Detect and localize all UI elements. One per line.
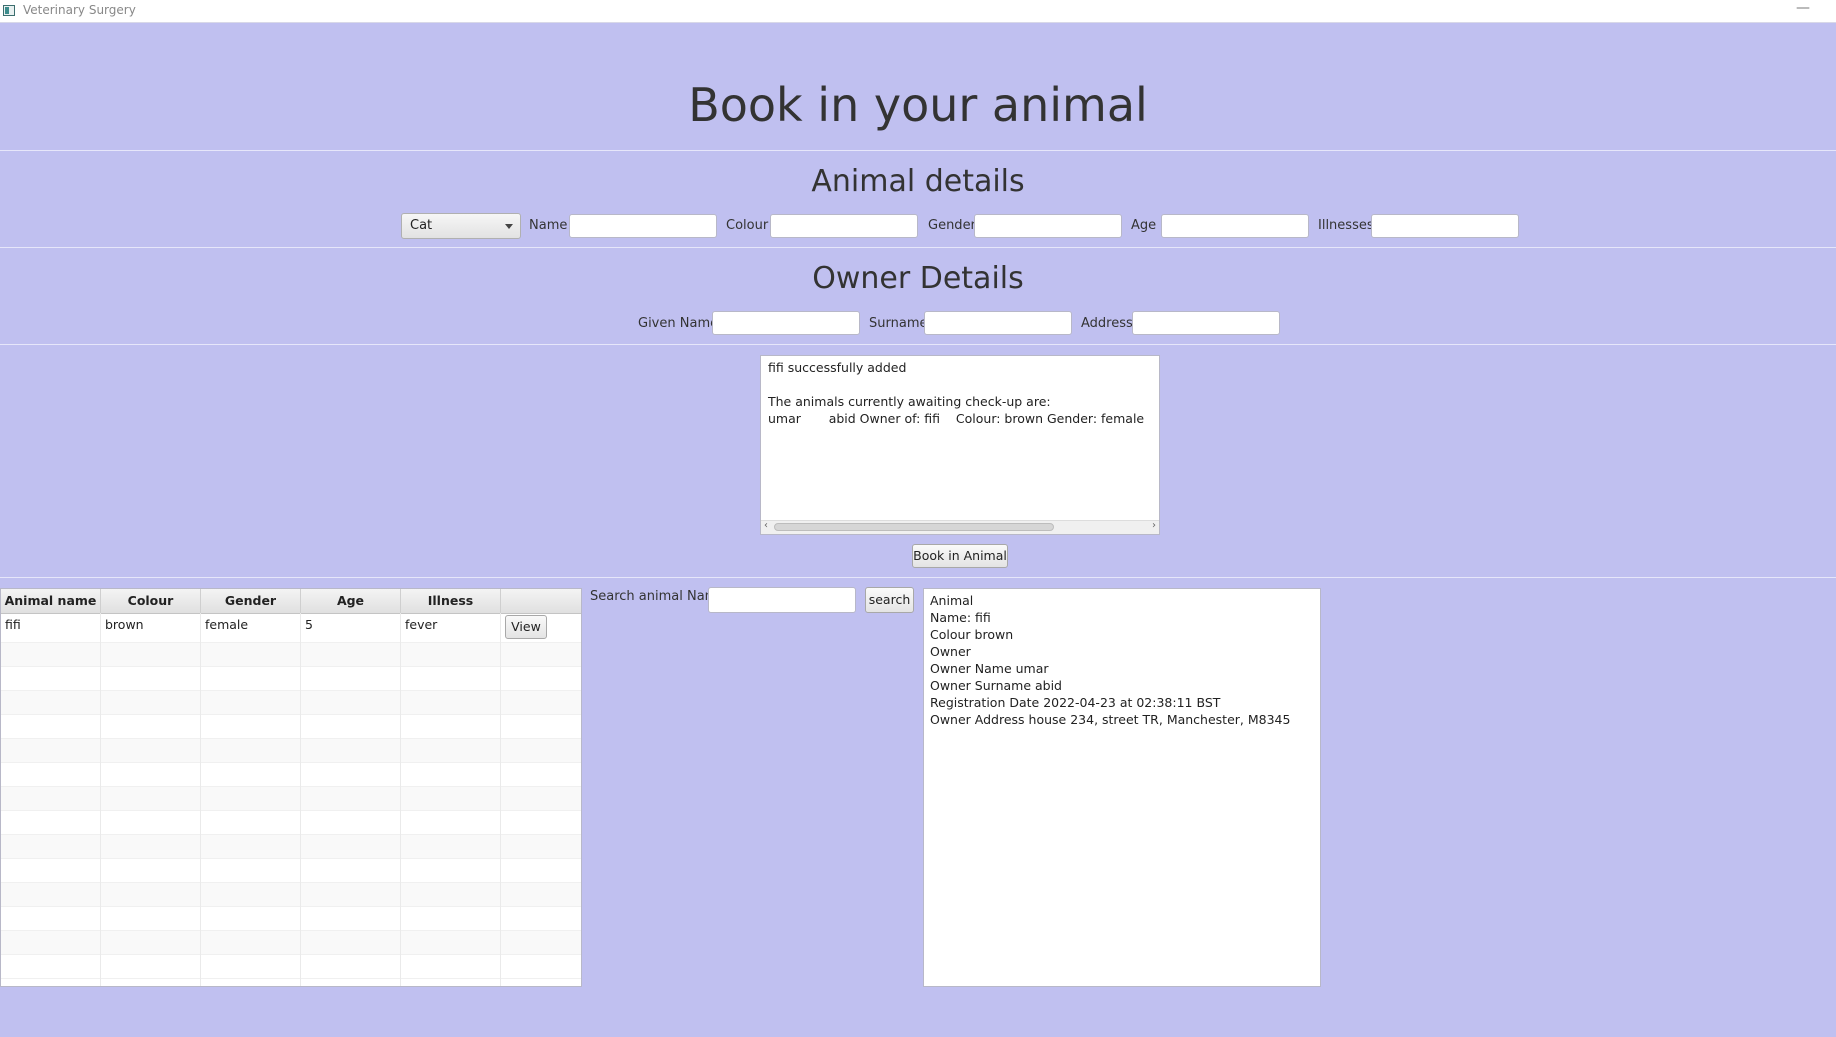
- detail-line: Animal: [930, 593, 974, 608]
- chevron-left-icon[interactable]: ‹: [764, 520, 768, 531]
- column-divider: [400, 613, 401, 986]
- detail-line: Registration Date 2022-04-23 at 02:38:11…: [930, 695, 1221, 710]
- detail-line: Owner Address house 234, street TR, Manc…: [930, 712, 1291, 727]
- column-divider: [200, 613, 201, 986]
- name-label: Name: [529, 218, 568, 233]
- cell-gender: female: [201, 613, 301, 637]
- column-header-actions[interactable]: [501, 589, 581, 613]
- table-row-empty: [1, 763, 581, 787]
- table-header: Animal name Colour Gender Age Illness: [1, 589, 581, 614]
- column-header-age[interactable]: Age: [301, 589, 401, 613]
- illnesses-input[interactable]: [1371, 214, 1519, 238]
- colour-label: Colour: [726, 218, 769, 233]
- window-title: Veterinary Surgery: [23, 3, 136, 17]
- divider: [0, 577, 1836, 578]
- animal-type-value: Cat: [410, 218, 433, 233]
- output-line: umar abid Owner of: fifi Colour: brown G…: [768, 411, 1145, 426]
- table-row-empty: [1, 739, 581, 763]
- detail-line: Owner Surname abid: [930, 678, 1062, 693]
- cell-colour: brown: [101, 613, 201, 637]
- output-textarea[interactable]: fifi successfully added The animals curr…: [760, 355, 1160, 535]
- address-input[interactable]: [1132, 311, 1280, 335]
- page-title: Book in your animal: [688, 78, 1148, 132]
- column-divider: [500, 613, 501, 986]
- table-row-empty: [1, 955, 581, 979]
- table-row-empty: [1, 691, 581, 715]
- gender-input[interactable]: [974, 214, 1122, 238]
- age-label: Age: [1131, 218, 1157, 233]
- search-button[interactable]: search: [865, 587, 914, 613]
- table-row-empty: [1, 859, 581, 883]
- table-row-empty: [1, 787, 581, 811]
- animal-type-select[interactable]: Cat: [401, 213, 521, 239]
- output-line: fifi successfully added: [768, 360, 907, 375]
- table-row-empty: [1, 835, 581, 859]
- table-row-empty: [1, 811, 581, 835]
- detail-line: Owner Name umar: [930, 661, 1049, 676]
- table-row-empty: [1, 643, 581, 667]
- column-divider: [100, 613, 101, 986]
- column-header-animal-name[interactable]: Animal name: [1, 589, 101, 613]
- animal-details-title: Animal details: [811, 164, 1025, 199]
- table-row[interactable]: fifi brown female 5 fever View: [1, 613, 581, 643]
- divider: [0, 150, 1836, 151]
- minimize-button[interactable]: —: [1796, 0, 1810, 16]
- given-name-label: Given Name: [638, 316, 719, 331]
- colour-input[interactable]: [770, 214, 918, 238]
- book-in-animal-button[interactable]: Book in Animal: [912, 544, 1008, 568]
- column-header-gender[interactable]: Gender: [201, 589, 301, 613]
- table-row-empty: [1, 667, 581, 691]
- divider: [0, 344, 1836, 345]
- horizontal-scrollbar[interactable]: ‹ ›: [761, 520, 1159, 534]
- output-line: The animals currently awaiting check-up …: [768, 394, 1051, 409]
- table-row-empty: [1, 883, 581, 907]
- detail-line: Colour brown: [930, 627, 1014, 642]
- table-row-empty: [1, 715, 581, 739]
- cell-animal-name: fifi: [1, 613, 101, 637]
- column-divider: [300, 613, 301, 986]
- animals-table[interactable]: Animal name Colour Gender Age Illness fi…: [0, 588, 582, 987]
- animal-details-textarea[interactable]: Animal Name: fifi Colour brown Owner Own…: [923, 588, 1321, 987]
- detail-line: Owner: [930, 644, 971, 659]
- given-name-input[interactable]: [712, 311, 860, 335]
- view-button[interactable]: View: [505, 615, 547, 639]
- surname-input[interactable]: [924, 311, 1072, 335]
- app-icon: [3, 5, 15, 16]
- table-row-empty: [1, 907, 581, 931]
- scrollbar-thumb[interactable]: [774, 523, 1054, 531]
- chevron-down-icon: [505, 224, 513, 229]
- cell-illness: fever: [401, 613, 501, 637]
- divider: [0, 247, 1836, 248]
- age-input[interactable]: [1161, 214, 1309, 238]
- window-titlebar: Veterinary Surgery —: [0, 0, 1836, 23]
- cell-age: 5: [301, 613, 401, 637]
- search-input[interactable]: [708, 587, 856, 613]
- surname-label: Surname: [869, 316, 928, 331]
- table-row-empty: [1, 931, 581, 955]
- gender-label: Gender: [928, 218, 976, 233]
- chevron-right-icon[interactable]: ›: [1152, 520, 1156, 531]
- search-label: Search animal Name: [590, 589, 726, 604]
- illnesses-label: Illnesses: [1318, 218, 1374, 233]
- address-label: Address: [1081, 316, 1133, 331]
- column-header-colour[interactable]: Colour: [101, 589, 201, 613]
- detail-line: Name: fifi: [930, 610, 991, 625]
- owner-details-title: Owner Details: [812, 261, 1024, 296]
- animal-name-input[interactable]: [569, 214, 717, 238]
- column-header-illness[interactable]: Illness: [401, 589, 501, 613]
